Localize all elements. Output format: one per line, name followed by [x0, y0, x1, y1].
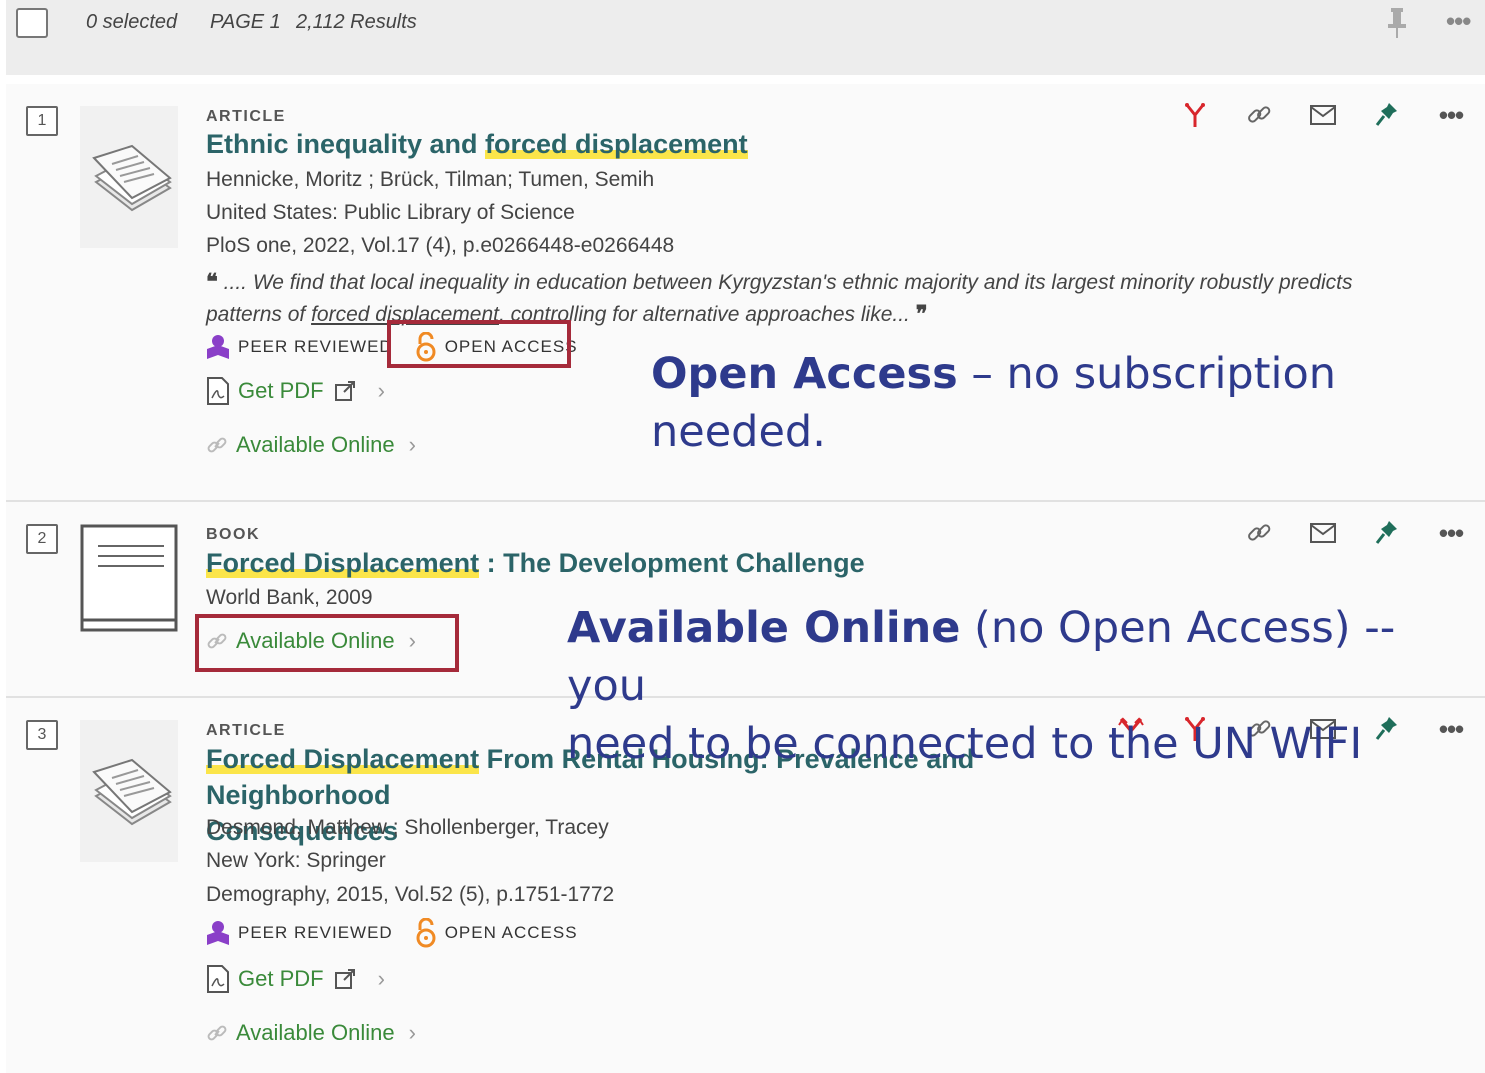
available-online-link[interactable]: Available Online ›: [206, 432, 416, 458]
article-thumbnail: [80, 720, 178, 862]
record-title[interactable]: Forced Displacement : The Development Ch…: [206, 545, 865, 581]
badge-row: PEER REVIEWED OPEN ACCESS: [206, 918, 600, 948]
peer-reviewed-icon: [207, 921, 229, 945]
pdf-icon: [207, 965, 229, 993]
record-actions: •••: [1227, 516, 1483, 550]
available-online-label[interactable]: Available Online: [236, 1020, 395, 1046]
permalink-icon[interactable]: [1227, 516, 1291, 550]
get-pdf-label[interactable]: Get PDF: [238, 378, 324, 404]
record-authors: Hennicke, Moritz ; Brück, Tilman; Tumen,…: [206, 168, 655, 191]
record-source: PloS one, 2022, Vol.17 (4), p.e0266448-e…: [206, 234, 675, 257]
open-access-lock-icon: [416, 918, 436, 948]
open-access-annotation: Open Access – no subscription needed.: [651, 345, 1336, 461]
chevron-right-icon: ›: [377, 966, 385, 991]
record-authors: Desmond, Matthew ; Shollenberger, Tracey: [206, 816, 609, 839]
title-text[interactable]: : The Development Challenge: [479, 548, 865, 578]
pin-icon[interactable]: [1355, 516, 1419, 550]
more-icon[interactable]: •••: [1419, 516, 1483, 550]
available-online-callout-box: [195, 614, 459, 672]
available-online-label[interactable]: Available Online: [236, 432, 395, 458]
close-quote-icon: ❞: [915, 301, 928, 326]
result-number[interactable]: 2: [26, 524, 58, 554]
email-icon[interactable]: [1291, 98, 1355, 132]
available-online-annotation: Available Online (no Open Access) -- you…: [567, 599, 1485, 773]
record-title[interactable]: Ethnic inequality and forced displacemen…: [206, 126, 748, 162]
peer-reviewed-label: PEER REVIEWED: [238, 923, 393, 942]
record-type: BOOK: [206, 526, 260, 543]
peer-reviewed-badge: PEER REVIEWED: [206, 919, 393, 947]
annotation-bold: Open Access: [651, 349, 958, 399]
record-publisher: New York: Springer: [206, 849, 386, 872]
get-pdf-label[interactable]: Get PDF: [238, 966, 324, 992]
title-highlight[interactable]: forced displacement: [485, 129, 748, 159]
page-indicator: PAGE 1: [210, 11, 281, 33]
select-all-checkbox[interactable]: [16, 8, 48, 38]
annotation-text: – no subscription: [957, 349, 1337, 399]
link-icon: [207, 1025, 227, 1041]
book-thumbnail: [80, 524, 178, 638]
open-quote-icon: ❝: [206, 269, 218, 294]
get-pdf-link[interactable]: Get PDF ›: [206, 376, 385, 406]
pin-icon[interactable]: [1386, 6, 1408, 45]
open-access-badge: OPEN ACCESS: [415, 918, 578, 948]
record-actions: •••: [1163, 98, 1483, 132]
peer-reviewed-badge: PEER REVIEWED: [206, 333, 393, 361]
available-online-link[interactable]: Available Online ›: [206, 1020, 416, 1046]
annotation-text-line2: needed.: [651, 407, 826, 457]
record-source: Demography, 2015, Vol.52 (5), p.1751-177…: [206, 883, 615, 906]
results-count: 2,112 Results: [296, 11, 417, 33]
annotation-text-line2: need to be connected to the UN WIFI: [567, 719, 1363, 769]
article-thumbnail: [80, 106, 178, 248]
open-access-callout-box: [387, 320, 571, 368]
record-publisher: World Bank, 2009: [206, 586, 373, 609]
chevron-right-icon: ›: [408, 432, 416, 457]
record-type: ARTICLE: [206, 722, 286, 739]
pin-icon[interactable]: [1355, 98, 1419, 132]
chevron-right-icon: ›: [408, 1020, 416, 1045]
peer-reviewed-icon: [207, 335, 229, 359]
chevron-right-icon: ›: [377, 378, 385, 403]
result-number[interactable]: 1: [26, 106, 58, 136]
title-text[interactable]: Ethnic inequality and: [206, 129, 485, 159]
record-snippet: ❝ .... We find that local inequality in …: [206, 266, 1376, 330]
external-link-icon: [334, 969, 355, 989]
get-pdf-link[interactable]: Get PDF ›: [206, 964, 385, 994]
email-icon[interactable]: [1291, 516, 1355, 550]
link-icon: [207, 437, 227, 453]
selected-count: 0 selected: [86, 11, 178, 33]
title-highlight[interactable]: Forced Displacement: [206, 548, 480, 578]
record-publisher: United States: Public Library of Science: [206, 201, 575, 224]
result-number[interactable]: 3: [26, 720, 58, 750]
record-type: ARTICLE: [206, 108, 286, 125]
more-icon[interactable]: •••: [1419, 98, 1483, 132]
more-icon[interactable]: •••: [1446, 6, 1471, 37]
open-access-label: OPEN ACCESS: [444, 923, 578, 942]
peer-reviewed-label: PEER REVIEWED: [238, 337, 393, 356]
title-highlight[interactable]: Forced Displacement: [206, 744, 480, 774]
permalink-icon[interactable]: [1227, 98, 1291, 132]
citation-trail-icon[interactable]: [1163, 98, 1227, 132]
pdf-icon: [207, 377, 229, 405]
annotation-bold: Available Online: [567, 603, 961, 653]
results-toolbar: 0 selected PAGE 1 2,112 Results •••: [6, 0, 1485, 75]
external-link-icon: [334, 381, 355, 401]
